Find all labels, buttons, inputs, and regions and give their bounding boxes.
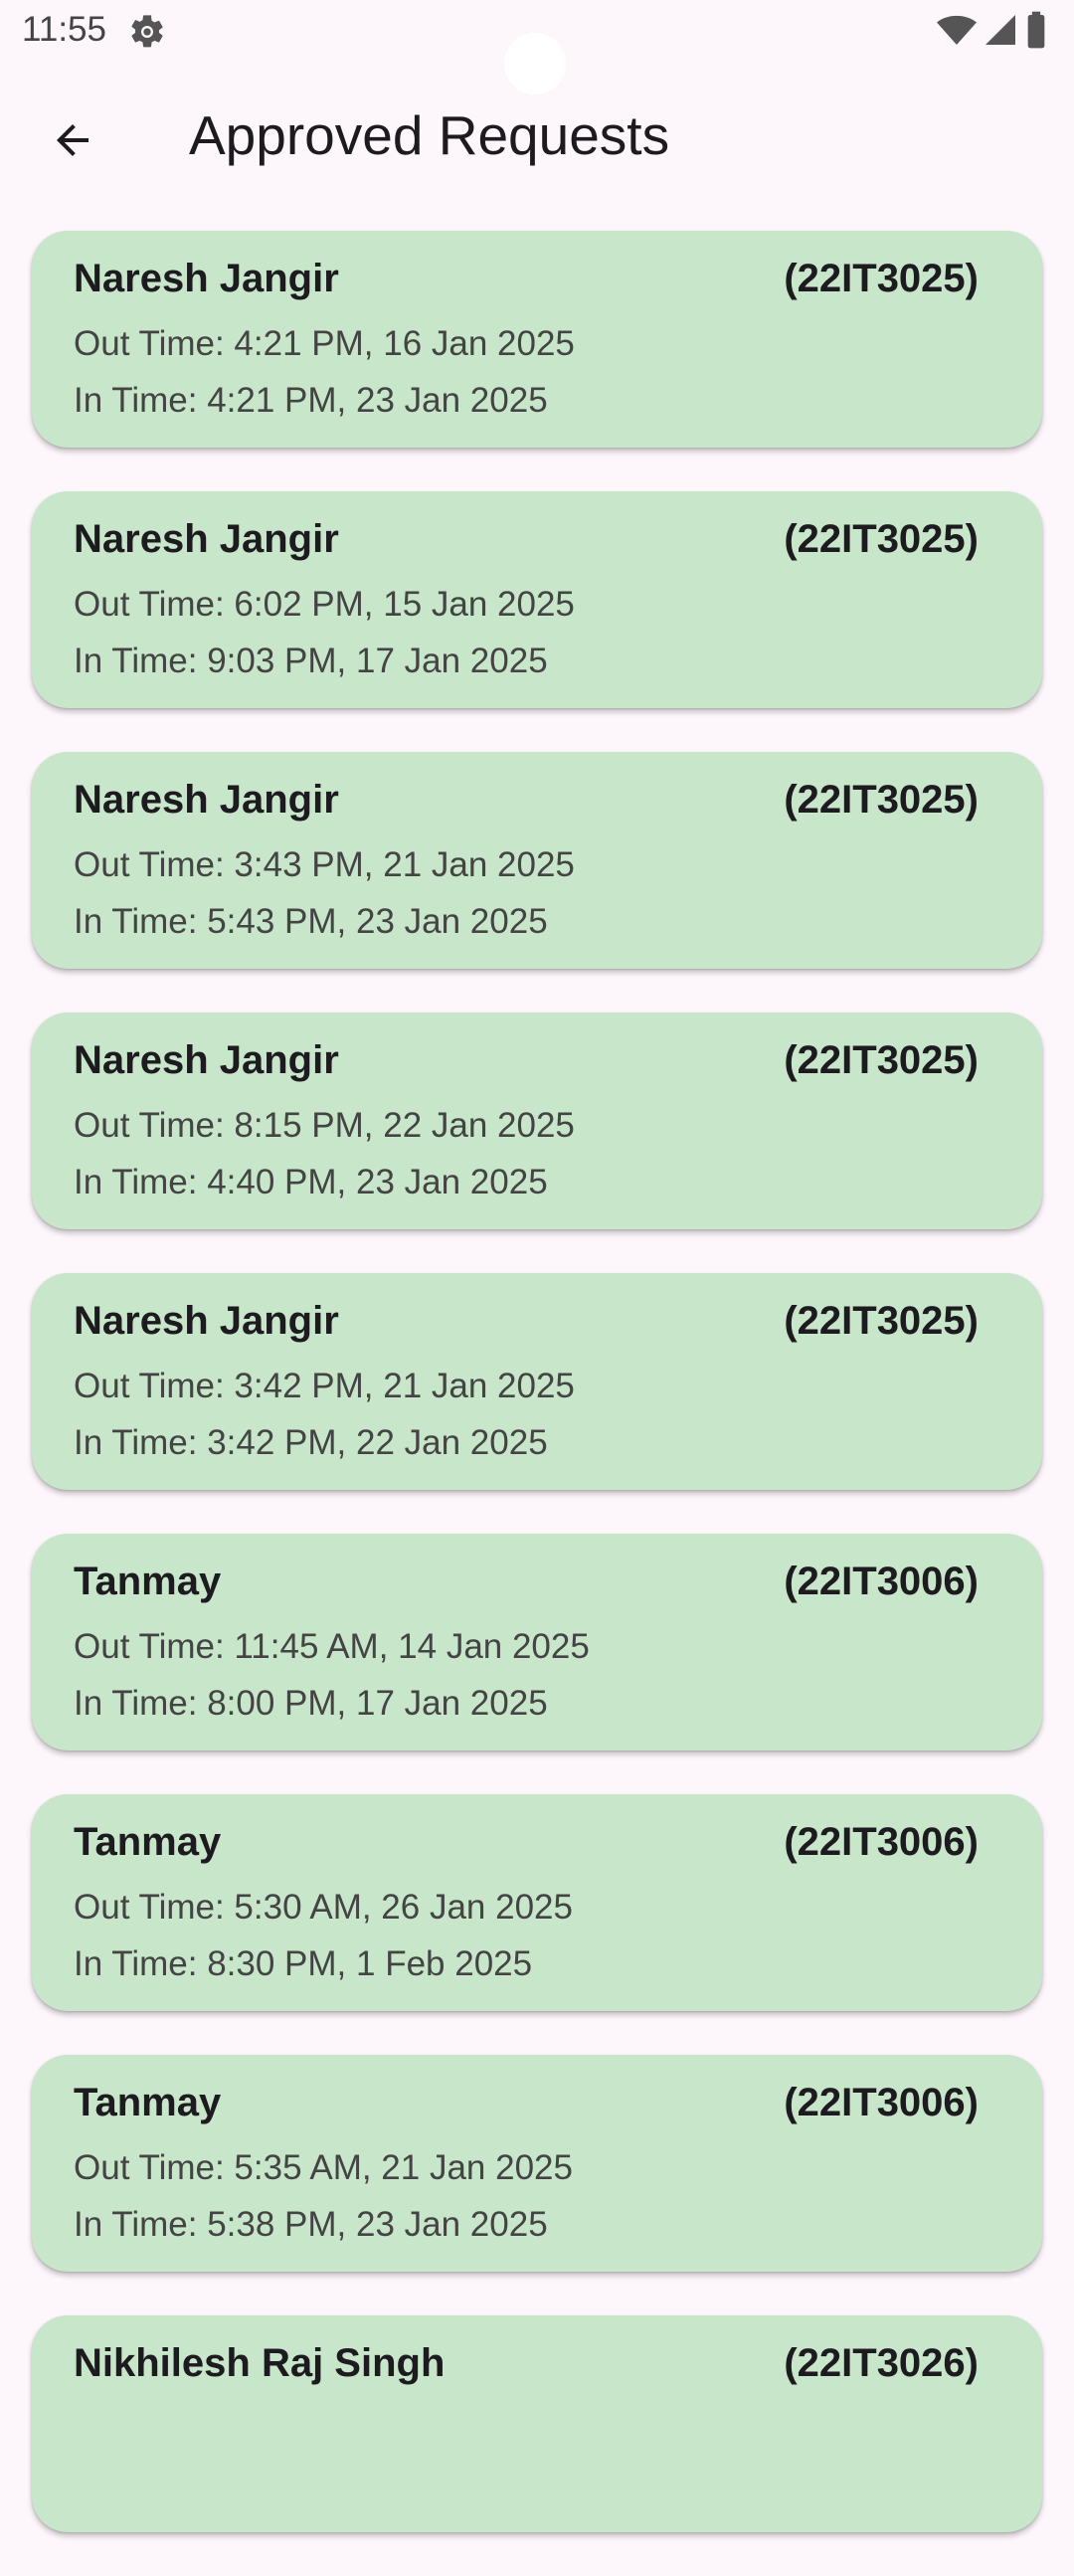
request-card[interactable]: Nikhilesh Raj Singh (22IT3026) xyxy=(32,2315,1042,2532)
in-time: In Time: 9:03 PM, 17 Jan 2025 xyxy=(74,642,548,680)
status-icons xyxy=(937,10,1048,55)
student-name: Naresh Jangir xyxy=(74,517,339,561)
out-time: Out Time: 4:21 PM, 16 Jan 2025 xyxy=(74,324,575,363)
arrow-back-icon[interactable] xyxy=(34,101,111,179)
status-bar: 11:55 xyxy=(0,0,1074,94)
in-time: In Time: 5:38 PM, 23 Jan 2025 xyxy=(74,2205,548,2244)
out-time: Out Time: 11:45 AM, 14 Jan 2025 xyxy=(74,1627,590,1666)
student-id: (22IT3006) xyxy=(784,2081,979,2124)
request-card[interactable]: Tanmay (22IT3006) Out Time: 11:45 AM, 14… xyxy=(32,1534,1042,1750)
request-card[interactable]: Naresh Jangir (22IT3025) Out Time: 3:42 … xyxy=(32,1273,1042,1490)
out-time: Out Time: 8:15 PM, 22 Jan 2025 xyxy=(74,1106,575,1145)
student-id: (22IT3025) xyxy=(784,1299,979,1343)
out-time: Out Time: 5:35 AM, 21 Jan 2025 xyxy=(74,2148,573,2187)
student-name: Naresh Jangir xyxy=(74,778,339,822)
request-card[interactable]: Naresh Jangir (22IT3025) Out Time: 6:02 … xyxy=(32,491,1042,708)
student-id: (22IT3006) xyxy=(784,1560,979,1603)
student-name: Tanmay xyxy=(74,2081,222,2124)
student-name: Tanmay xyxy=(74,1560,222,1603)
out-time: Out Time: 5:30 AM, 26 Jan 2025 xyxy=(74,1888,573,1927)
request-card[interactable]: Naresh Jangir (22IT3025) Out Time: 8:15 … xyxy=(32,1012,1042,1229)
wifi-icon xyxy=(937,10,977,55)
in-time: In Time: 3:42 PM, 22 Jan 2025 xyxy=(74,1423,548,1462)
page-title: Approved Requests xyxy=(189,104,670,166)
status-time: 11:55 xyxy=(22,10,106,49)
out-time: Out Time: 6:02 PM, 15 Jan 2025 xyxy=(74,585,575,624)
in-time: In Time: 5:43 PM, 23 Jan 2025 xyxy=(74,902,548,941)
student-id: (22IT3025) xyxy=(784,1038,979,1082)
out-time: Out Time: 3:42 PM, 21 Jan 2025 xyxy=(74,1367,575,1405)
request-card[interactable]: Tanmay (22IT3006) Out Time: 5:35 AM, 21 … xyxy=(32,2055,1042,2272)
request-card[interactable]: Naresh Jangir (22IT3025) Out Time: 4:21 … xyxy=(32,231,1042,448)
approved-requests-list[interactable]: Naresh Jangir (22IT3025) Out Time: 4:21 … xyxy=(32,231,1042,2576)
student-name: Naresh Jangir xyxy=(74,1038,339,1082)
in-time: In Time: 4:40 PM, 23 Jan 2025 xyxy=(74,1163,548,1201)
student-id: (22IT3025) xyxy=(784,778,979,822)
out-time: Out Time: 3:43 PM, 21 Jan 2025 xyxy=(74,845,575,884)
battery-icon xyxy=(1024,10,1048,55)
settings-gear-icon xyxy=(127,12,167,52)
student-id: (22IT3025) xyxy=(784,257,979,300)
in-time: In Time: 4:21 PM, 23 Jan 2025 xyxy=(74,381,548,420)
request-card[interactable]: Naresh Jangir (22IT3025) Out Time: 3:43 … xyxy=(32,752,1042,969)
student-id: (22IT3025) xyxy=(784,517,979,561)
in-time: In Time: 8:30 PM, 1 Feb 2025 xyxy=(74,1944,533,1983)
student-id: (22IT3026) xyxy=(784,2341,979,2385)
request-card[interactable]: Tanmay (22IT3006) Out Time: 5:30 AM, 26 … xyxy=(32,1794,1042,2011)
student-id: (22IT3006) xyxy=(784,1820,979,1864)
student-name: Naresh Jangir xyxy=(74,1299,339,1343)
app-bar: Approved Requests xyxy=(0,80,1074,191)
in-time: In Time: 8:00 PM, 17 Jan 2025 xyxy=(74,1684,548,1723)
student-name: Tanmay xyxy=(74,1820,222,1864)
cellular-signal-icon xyxy=(983,12,1018,53)
student-name: Nikhilesh Raj Singh xyxy=(74,2341,446,2385)
student-name: Naresh Jangir xyxy=(74,257,339,300)
